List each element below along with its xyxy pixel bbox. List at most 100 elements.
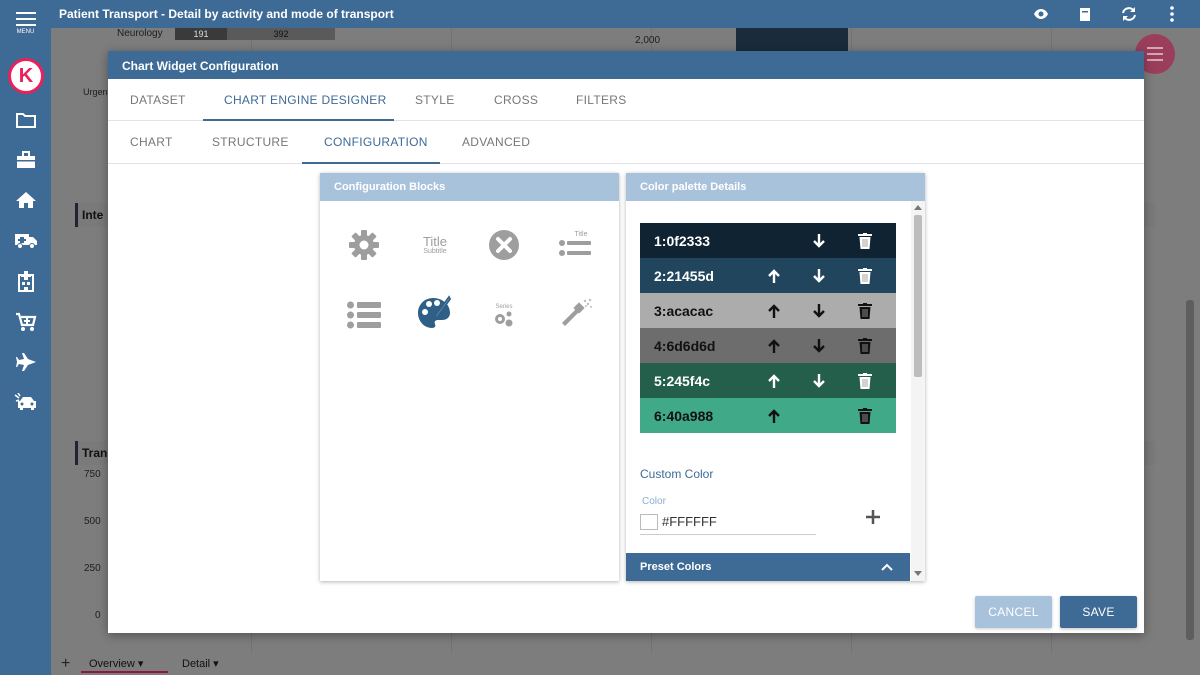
briefcase-icon[interactable] [13, 149, 39, 171]
move-down-icon[interactable] [810, 266, 828, 286]
move-up-icon[interactable] [765, 406, 783, 426]
bg-panel-title-2: Tran [82, 446, 108, 460]
series-block-icon[interactable]: Series [484, 295, 524, 335]
tab-overview-underline [81, 671, 168, 673]
app-logo[interactable]: K [8, 58, 44, 94]
tab-dataset[interactable]: DATASET [130, 93, 186, 107]
bg-neurology-value-2: 392 [227, 28, 335, 40]
subtab-configuration[interactable]: CONFIGURATION [324, 135, 428, 149]
preset-colors-label: Preset Colors [640, 561, 712, 573]
subtab-chart[interactable]: CHART [130, 135, 173, 149]
tab-chart-engine-designer[interactable]: CHART ENGINE DESIGNER [224, 93, 387, 107]
close-circle-icon[interactable] [484, 225, 524, 265]
configuration-blocks-title: Configuration Blocks [320, 173, 619, 201]
palette-row-label: 3:acacac [654, 302, 714, 319]
delete-icon[interactable] [856, 406, 874, 426]
app-title: Patient Transport - Detail by activity a… [59, 7, 394, 21]
tab-overview[interactable]: Overview ▾ [89, 657, 143, 670]
folder-icon[interactable] [13, 109, 39, 131]
bg-neurology-value-1: 191 [175, 28, 227, 40]
palette-row[interactable]: 5:245f4c [640, 363, 896, 398]
color-palette-icon[interactable] [414, 293, 454, 333]
color-palette-title: Color palette Details [626, 173, 925, 201]
move-up-icon[interactable] [765, 266, 783, 286]
scroll-up-icon[interactable] [914, 204, 922, 210]
bg-urgent-label: Urgen [83, 87, 108, 97]
add-color-icon[interactable] [863, 507, 883, 527]
configuration-blocks-panel: Configuration Blocks Title Subtitle Titl… [320, 173, 619, 581]
move-up-icon[interactable] [765, 371, 783, 391]
bg-y-tick-0: 0 [95, 610, 101, 621]
dialog-title: Chart Widget Configuration [108, 51, 1144, 79]
palette-row-label: 5:245f4c [654, 372, 711, 389]
eye-icon[interactable] [1032, 5, 1050, 23]
scroll-down-icon[interactable] [914, 571, 922, 577]
delete-icon[interactable] [856, 301, 874, 321]
delete-icon[interactable] [856, 231, 874, 251]
tab-filters[interactable]: FILTERS [576, 93, 627, 107]
delete-icon[interactable] [856, 266, 874, 286]
palette-scrollbar[interactable] [911, 201, 925, 581]
palette-row[interactable]: 2:21455d [640, 258, 896, 293]
save-button[interactable]: SAVE [1060, 596, 1137, 628]
move-up-icon[interactable] [765, 336, 783, 356]
cancel-button[interactable]: CANCEL [975, 596, 1052, 628]
move-down-icon[interactable] [810, 371, 828, 391]
chevron-up-icon[interactable] [881, 563, 893, 571]
palette-row-label: 2:21455d [654, 267, 714, 284]
preset-colors-header[interactable]: Preset Colors [626, 553, 910, 581]
palette-row-label: 1:0f2333 [654, 232, 711, 249]
bg-panel-title-1: Inte [82, 208, 104, 222]
move-down-icon[interactable] [810, 301, 828, 321]
bg-bar [736, 28, 848, 51]
subtab-structure[interactable]: STRUCTURE [212, 135, 289, 149]
palette-scroll-thumb[interactable] [914, 215, 922, 377]
move-down-icon[interactable] [810, 231, 828, 251]
custom-color-field[interactable]: #FFFFFF [640, 513, 816, 535]
subtab-advanced[interactable]: ADVANCED [462, 135, 530, 149]
car-crash-icon[interactable] [13, 392, 39, 414]
menu-button[interactable]: MENU [0, 8, 51, 40]
list-icon[interactable] [344, 295, 384, 335]
bg-y-tick-500: 500 [84, 516, 101, 527]
delete-icon[interactable] [856, 371, 874, 391]
tab-cross[interactable]: CROSS [494, 93, 538, 107]
bottom-tab-bar: + Overview ▾ Detail ▾ [51, 653, 1200, 675]
home-icon[interactable] [13, 189, 39, 211]
ambulance-icon[interactable] [13, 229, 39, 251]
move-down-icon[interactable] [810, 336, 828, 356]
book-icon[interactable] [1076, 5, 1094, 23]
page-scrollbar[interactable] [1186, 300, 1194, 640]
cart-icon[interactable] [13, 311, 39, 333]
move-up-icon[interactable] [765, 301, 783, 321]
title-subtitle-block-icon[interactable]: Title Subtitle [412, 225, 458, 265]
palette-row[interactable]: 4:6d6d6d [640, 328, 896, 363]
delete-icon[interactable] [856, 336, 874, 356]
hospital-icon[interactable] [13, 270, 39, 292]
sub-tab-indicator [302, 162, 440, 164]
chart-widget-config-dialog: Chart Widget Configuration DATASET CHART… [108, 51, 1144, 633]
palette-row[interactable]: 3:acacac [640, 293, 896, 328]
palette-row[interactable]: 1:0f2333 [640, 223, 896, 258]
more-vert-icon[interactable] [1163, 5, 1181, 23]
bg-neurology-label: Neurology [117, 28, 163, 39]
add-tab-icon[interactable]: + [61, 655, 70, 673]
refresh-icon[interactable] [1120, 5, 1138, 23]
airplane-icon[interactable] [13, 351, 39, 373]
tab-detail[interactable]: Detail ▾ [182, 657, 219, 670]
palette-row-label: 6:40a988 [654, 407, 714, 424]
spray-paint-icon[interactable] [556, 293, 596, 333]
logo-letter: K [18, 64, 34, 87]
main-tabs: DATASET CHART ENGINE DESIGNER STYLE CROS… [108, 79, 1144, 121]
tab-style[interactable]: STYLE [415, 93, 455, 107]
color-swatch[interactable] [640, 514, 658, 530]
legend-title-block-icon[interactable]: Title [556, 225, 596, 265]
palette-row-label: 4:6d6d6d [654, 337, 716, 354]
general-settings-gear-icon[interactable] [344, 225, 384, 265]
tab-overview-label: Overview [89, 658, 135, 670]
bg-y-tick-250: 250 [84, 563, 101, 574]
bg-y-tick-750: 750 [84, 469, 101, 480]
color-field-label: Color [642, 496, 666, 507]
color-palette-panel: Color palette Details 1:0f2333 2:21455d 3:… [626, 173, 925, 581]
palette-row[interactable]: 6:40a988 [640, 398, 896, 433]
